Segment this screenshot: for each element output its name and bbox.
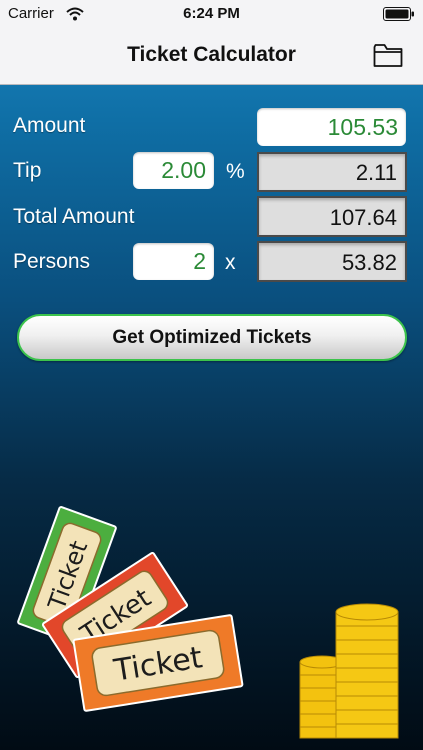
total-amount-value: 107.64 <box>257 196 407 237</box>
percent-sign: % <box>226 160 245 183</box>
battery-icon <box>383 7 414 21</box>
get-optimized-tickets-button[interactable]: Get Optimized Tickets <box>17 314 407 361</box>
tip-label: Tip <box>13 159 42 182</box>
coins-illustration <box>299 603 399 739</box>
persons-label: Persons <box>13 250 91 273</box>
folder-icon[interactable] <box>373 42 403 68</box>
per-person-value: 53.82 <box>257 241 407 282</box>
page-title: Ticket Calculator <box>127 43 296 66</box>
amount-label: Amount <box>13 114 86 137</box>
tickets-illustration: Ticket Ticket Ticket <box>17 506 244 712</box>
persons-field[interactable]: 2 <box>133 243 214 280</box>
status-bar: Carrier 6:24 PM <box>0 0 423 28</box>
total-amount-label: Total Amount <box>13 205 135 228</box>
status-time: 6:24 PM <box>183 5 240 22</box>
amount-field[interactable]: 105.53 <box>257 108 406 146</box>
tip-amount-value: 2.11 <box>257 152 407 192</box>
navigation-bar: Ticket Calculator <box>0 28 423 85</box>
multiply-sign: x <box>225 251 236 274</box>
tip-percent-field[interactable]: 2.00 <box>133 152 214 189</box>
